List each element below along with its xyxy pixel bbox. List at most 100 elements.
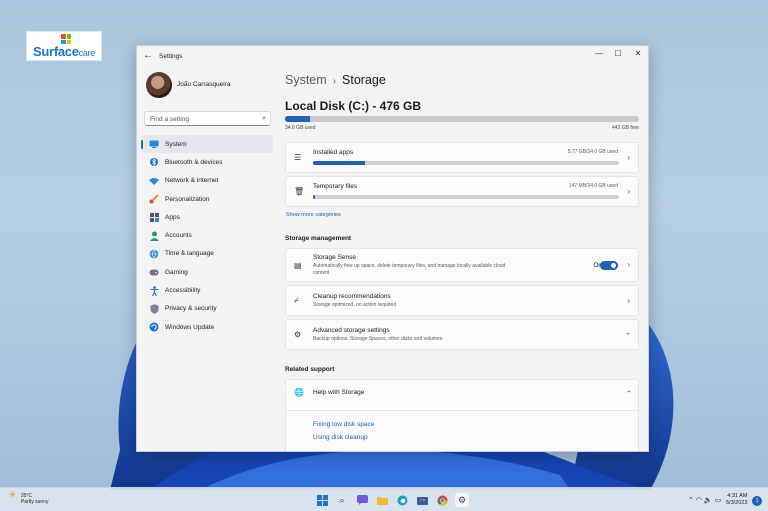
weather-widget[interactable]: ☀ 25°C Partly sunny — [8, 490, 49, 506]
globe-icon — [149, 249, 159, 259]
avatar[interactable] — [146, 72, 172, 98]
sidebar-nav: System Bluetooth & devices Network & int… — [141, 135, 273, 336]
help-title: Help with Storage — [313, 389, 365, 396]
system-tray[interactable]: ⌃ ◠ 🔈 ▭ — [688, 496, 721, 504]
cleanup-title: Cleanup recommendations — [313, 293, 391, 300]
clock[interactable]: 4:31 AM 5/3/2023 — [726, 493, 747, 507]
category-title: Installed apps — [313, 149, 354, 156]
partly-sunny-icon: ☀ — [8, 490, 17, 501]
sidebar-item-privacy[interactable]: Privacy & security — [141, 300, 273, 318]
logo-main-text: Surface — [33, 43, 79, 59]
storage-sense-card[interactable]: ▤ Storage Sense Automatically free up sp… — [285, 248, 639, 282]
search-input[interactable]: Find a setting ⌕ — [144, 111, 271, 126]
file-explorer-icon[interactable] — [375, 493, 389, 507]
advanced-storage-card[interactable]: ⚙ Advanced storage settings Backup optio… — [285, 319, 639, 350]
logo-sub-text: care — [78, 47, 96, 58]
maximize-button[interactable]: ☐ — [611, 49, 625, 58]
trash-icon: 🗑 — [294, 187, 305, 196]
storage-sense-desc-line1: Automatically free up space, delete temp… — [313, 263, 506, 269]
sidebar-item-gaming[interactable]: Gaming — [141, 263, 273, 281]
start-icon[interactable] — [315, 493, 329, 507]
sidebar-item-label: Bluetooth & devices — [165, 158, 223, 166]
chrome-icon[interactable] — [435, 493, 449, 507]
search-icon: ⌕ — [262, 115, 266, 122]
sidebar-item-system[interactable]: System — [141, 135, 273, 154]
storage-sense-toggle[interactable] — [600, 261, 618, 270]
search-icon[interactable]: ⌕ — [335, 493, 349, 507]
show-more-categories-link[interactable]: Show more categories — [286, 212, 341, 218]
help-link-low-disk[interactable]: Fixing low disk space — [313, 421, 374, 428]
surfacecare-logo: Surfacecare — [26, 31, 102, 61]
chevron-right-icon: › — [627, 187, 630, 196]
cleanup-desc: Storage optimized, no action required — [313, 302, 397, 308]
battery-icon: ▭ — [714, 497, 722, 504]
sidebar-item-bluetooth[interactable]: Bluetooth & devices — [141, 153, 273, 171]
scrollbar[interactable] — [648, 102, 649, 402]
notification-badge[interactable]: 1 — [752, 496, 762, 506]
temporary-files-card[interactable]: 🗑 Temporary files 147 MB/34.0 GB used › — [285, 176, 639, 207]
category-bar — [313, 161, 619, 165]
edge-icon[interactable] — [395, 493, 409, 507]
chevron-down-icon: › — [624, 332, 634, 335]
disk-used-label: 34.0 GB used — [285, 125, 316, 131]
help-with-storage-card[interactable]: 🌐 Help with Storage › Fixing low disk sp… — [285, 379, 639, 451]
category-bar — [313, 195, 619, 199]
category-title: Temporary files — [313, 183, 358, 190]
sidebar-item-label: Apps — [165, 213, 180, 221]
sidebar: João Carrasqueira Find a setting ⌕ Syste… — [137, 68, 277, 451]
chevron-up-icon[interactable]: ⌃ — [688, 497, 694, 504]
settings-window: ← Settings — ☐ ✕ João Carrasqueira Find … — [136, 45, 649, 452]
controller-icon — [149, 267, 159, 277]
advanced-title: Advanced storage settings — [313, 327, 390, 334]
sidebar-item-personalization[interactable]: Personalization — [141, 190, 273, 208]
related-support-heading: Related support — [285, 366, 335, 373]
sidebar-item-label: Network & internet — [165, 177, 219, 185]
disk-usage-bar — [285, 116, 639, 122]
help-link-disk-cleanup[interactable]: Using disk cleanup — [313, 434, 368, 441]
shield-icon — [149, 304, 159, 314]
taskbar: ☀ 25°C Partly sunny ⌕ ⚙ ⌃ ◠ 🔈 ▭ 4:31 AM … — [0, 487, 768, 511]
settings-gear-icon[interactable]: ⚙ — [455, 493, 469, 507]
clock-date: 5/3/2023 — [726, 500, 748, 506]
broom-icon: ⌿ — [294, 296, 299, 305]
chevron-right-icon: › — [627, 296, 630, 305]
back-arrow-icon[interactable]: ← — [143, 50, 153, 61]
weather-condition: Partly sunny — [20, 499, 49, 505]
close-button[interactable]: ✕ — [631, 49, 645, 58]
taskbar-apps: ⌕ ⚙ — [315, 493, 475, 507]
disk-usage-fill — [285, 116, 311, 122]
breadcrumb-parent[interactable]: System — [285, 73, 327, 87]
sidebar-item-label: Time & language — [165, 250, 214, 258]
title-bar: ← Settings — ☐ ✕ — [137, 46, 648, 68]
category-usage: 147 MB/34.0 GB used — [568, 183, 618, 189]
apps-icon — [149, 212, 159, 222]
chevron-up-icon[interactable]: › — [624, 390, 633, 393]
volume-icon: 🔈 — [703, 497, 713, 504]
store-icon[interactable] — [415, 493, 429, 507]
sidebar-item-accounts[interactable]: Accounts — [141, 226, 273, 244]
bluetooth-icon — [149, 157, 159, 167]
sidebar-item-accessibility[interactable]: Accessibility — [141, 281, 273, 299]
sidebar-item-time-language[interactable]: Time & language — [141, 245, 273, 263]
sidebar-item-label: Accessibility — [165, 287, 201, 295]
sidebar-item-label: Personalization — [165, 195, 210, 203]
minimize-button[interactable]: — — [592, 49, 606, 58]
sidebar-item-label: Windows Update — [165, 323, 215, 331]
storage-sense-title: Storage Sense — [313, 254, 357, 261]
sidebar-item-windows-update[interactable]: Windows Update — [141, 318, 273, 336]
page-title: Storage — [342, 73, 386, 87]
chat-icon[interactable] — [355, 493, 369, 507]
sidebar-item-label: System — [165, 140, 187, 148]
list-icon: ☰ — [294, 153, 302, 162]
monitor-icon — [149, 139, 159, 149]
category-bar-fill — [313, 195, 315, 199]
category-bar-fill — [313, 161, 366, 165]
brush-icon — [149, 194, 159, 204]
installed-apps-card[interactable]: ☰ Installed apps 5.77 GB/34.0 GB used › — [285, 142, 639, 173]
cleanup-recommendations-card[interactable]: ⌿ Cleanup recommendations Storage optimi… — [285, 285, 639, 316]
sidebar-item-apps[interactable]: Apps — [141, 208, 273, 226]
chevron-right-icon: › — [627, 260, 630, 269]
sidebar-item-network[interactable]: Network & internet — [141, 172, 273, 190]
wifi-icon: ◠ — [695, 497, 702, 504]
breadcrumb-separator: › — [332, 76, 337, 87]
